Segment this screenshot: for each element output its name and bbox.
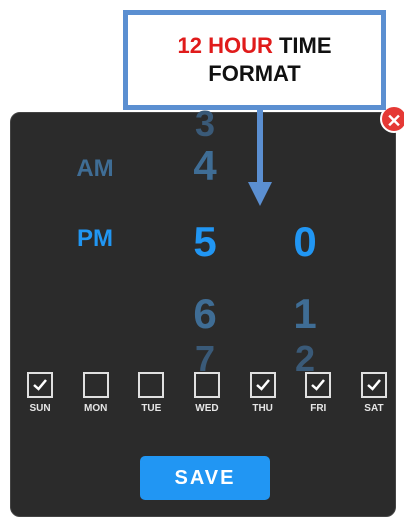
day-checkbox[interactable]	[27, 372, 53, 398]
day-toggle[interactable]: THU	[245, 372, 281, 414]
day-checkbox[interactable]	[360, 372, 387, 398]
day-checkbox[interactable]	[82, 372, 109, 398]
day-toggle[interactable]: FRI	[300, 372, 336, 414]
callout-text-line2: FORMAT	[208, 61, 301, 86]
day-toggle[interactable]: MON	[78, 372, 114, 414]
checkmark-icon	[33, 379, 47, 391]
checkmark-icon	[311, 379, 326, 391]
callout-arrow-icon	[248, 110, 272, 206]
day-checkbox[interactable]	[305, 372, 332, 398]
weekday-selector: SUN MON TUE WED THU FRI SAT	[22, 372, 392, 414]
ampm-option-am[interactable]: AM	[60, 155, 130, 183]
hour-option-selected[interactable]: 5	[170, 218, 240, 266]
day-label: THU	[252, 403, 273, 414]
minute-option-1[interactable]: 1	[270, 290, 340, 338]
day-label: TUE	[141, 403, 162, 414]
hour-option-6[interactable]: 6	[170, 290, 240, 338]
day-toggle[interactable]: WED	[189, 372, 225, 414]
minute-option-selected[interactable]: 0	[270, 218, 340, 266]
day-label: MON	[83, 403, 108, 414]
day-label: FRI	[310, 403, 327, 414]
hour-option-4[interactable]: 4	[170, 142, 240, 190]
day-checkbox[interactable]	[138, 372, 165, 398]
day-toggle[interactable]: SAT	[356, 372, 392, 414]
day-checkbox[interactable]	[193, 372, 220, 398]
day-checkbox[interactable]	[249, 372, 276, 398]
ampm-option-pm-selected[interactable]: PM	[60, 225, 130, 253]
day-label: SAT	[364, 403, 384, 414]
day-toggle[interactable]: SUN	[22, 372, 58, 414]
save-button[interactable]: SAVE	[140, 456, 270, 500]
day-label: SUN	[29, 403, 51, 414]
callout-highlight: 12 HOUR	[177, 33, 273, 58]
callout-text-line1: TIME	[272, 33, 332, 58]
day-toggle[interactable]: TUE	[133, 372, 169, 414]
day-label: WED	[195, 403, 219, 414]
checkmark-icon	[255, 379, 270, 391]
callout-text: 12 HOUR TIME FORMAT	[177, 32, 331, 88]
annotation-callout: 12 HOUR TIME FORMAT	[123, 10, 386, 110]
checkmark-icon	[367, 379, 381, 391]
